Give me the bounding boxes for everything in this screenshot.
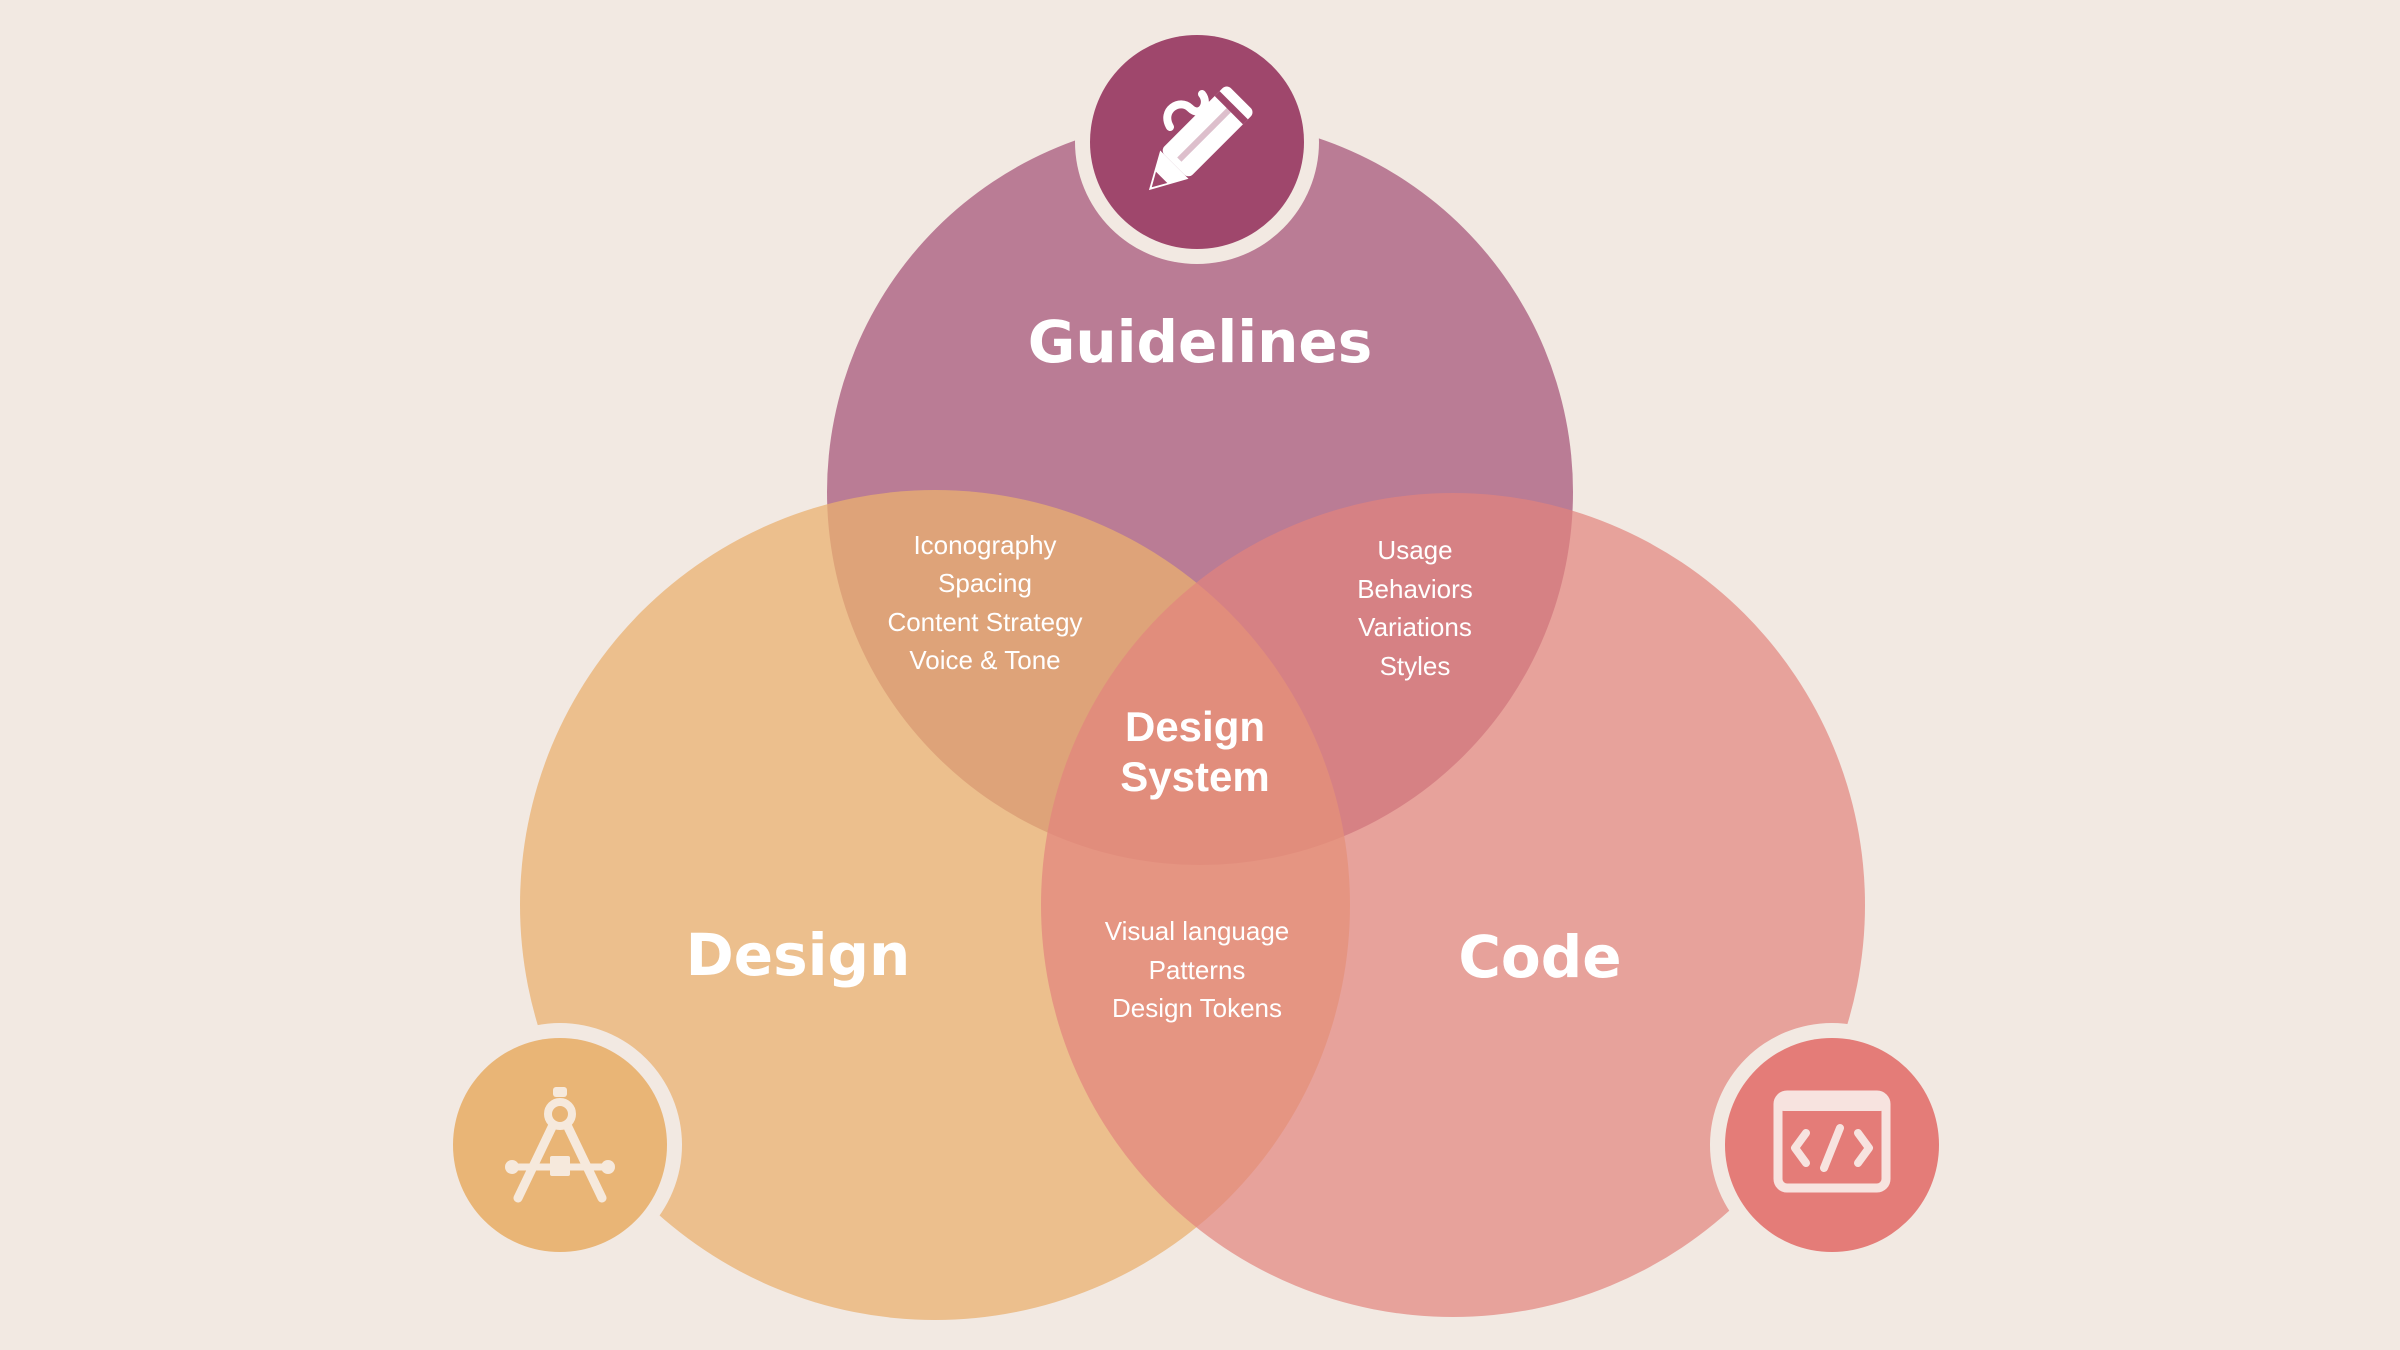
overlap-item: Styles — [1380, 651, 1451, 681]
overlap-item: Voice & Tone — [909, 645, 1060, 675]
overlap-item: Behaviors — [1357, 574, 1473, 604]
center-label-line2: System — [1120, 753, 1269, 800]
design-badge — [438, 1023, 682, 1267]
guidelines-badge — [1075, 20, 1319, 264]
overlap-item: Content Strategy — [887, 607, 1082, 637]
overlap-item: Spacing — [938, 568, 1032, 598]
overlap-item: Variations — [1358, 612, 1472, 642]
overlap-item: Patterns — [1149, 955, 1246, 985]
venn-diagram-canvas: Guidelines Design Code Iconography Spaci… — [0, 0, 2400, 1350]
overlap-item: Iconography — [913, 530, 1056, 560]
code-title: Code — [1458, 923, 1621, 991]
guidelines-title: Guidelines — [1028, 308, 1373, 376]
overlap-item: Visual language — [1105, 916, 1290, 946]
center-label-line1: Design — [1125, 703, 1265, 750]
overlap-item: Usage — [1377, 535, 1452, 565]
venn-diagram: Guidelines Design Code Iconography Spaci… — [0, 0, 2400, 1350]
design-title: Design — [686, 921, 911, 989]
overlap-item: Design Tokens — [1112, 993, 1282, 1023]
code-badge — [1710, 1023, 1954, 1267]
